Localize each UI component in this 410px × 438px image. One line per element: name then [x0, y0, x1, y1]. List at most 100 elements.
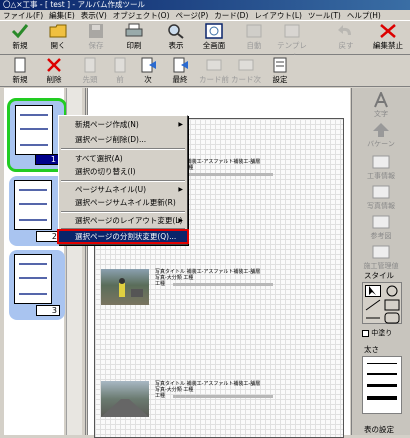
menu-item-select-all[interactable]: すべて選択(A) — [59, 153, 187, 164]
photo-block[interactable]: 写真タイトル 補装工-アスファルト補装工-舗層 写真-大分類 工種 工種 — [101, 269, 341, 319]
first-page-icon — [84, 57, 96, 73]
menu-separator — [61, 148, 185, 150]
fullscreen-icon — [205, 23, 223, 39]
menu-item-toggle-selection[interactable]: 選択の切り替え(I) — [59, 166, 187, 177]
open-button[interactable]: 開く — [40, 23, 76, 53]
print-button[interactable]: 印刷 — [116, 23, 152, 53]
window-title: 〇△×工事 - [ test ] - アルバム作成ツール — [0, 0, 410, 10]
rectangle-tool[interactable] — [384, 299, 400, 311]
menu-item-page-thumbnail[interactable]: ページサムネイル(U) ▶ — [59, 184, 187, 195]
page-thumbnail[interactable]: 2 — [9, 176, 65, 246]
line-tool[interactable] — [365, 299, 381, 311]
photo-info-button[interactable]: 写真情報 — [358, 184, 404, 211]
menu-layout[interactable]: レイアウト(L) — [254, 10, 302, 20]
thickness-option[interactable] — [367, 396, 397, 400]
menu-edit[interactable]: 編集(E) — [49, 10, 75, 20]
auto-button[interactable]: 自動 — [236, 23, 272, 53]
rounded-rect-tool[interactable] — [384, 312, 400, 324]
submenu-arrow-icon: ▶ — [178, 217, 183, 224]
menu-card[interactable]: カード(D) — [214, 10, 248, 20]
template-button[interactable]: テンプレート — [274, 23, 310, 61]
fullscreen-button[interactable]: 全画面 — [196, 23, 232, 53]
ellipse-tool[interactable] — [384, 285, 400, 297]
management-value-button[interactable]: 施工管理値 — [358, 244, 404, 271]
page-number-badge: 1 — [35, 154, 59, 165]
auto-icon — [246, 24, 262, 38]
site-photo — [101, 269, 149, 305]
menu-item-change-split[interactable]: 選択ページの分割状変更(Q)... — [57, 229, 189, 244]
thumbnail-page-preview — [14, 254, 52, 304]
view-button[interactable]: 表示 — [158, 23, 194, 53]
style-palette — [362, 282, 402, 324]
site-photo — [101, 381, 149, 417]
undo-button[interactable]: 戻す — [328, 23, 364, 53]
menu-help[interactable]: ヘルプ(H) — [347, 10, 381, 20]
last-page-icon — [173, 57, 188, 73]
photo-block[interactable]: 写真タイトル 補装工-アスファルト補装工-舗層 写真-大分類 工種 工種 — [101, 381, 341, 431]
folder-icon — [49, 24, 67, 38]
thickness-option[interactable] — [367, 384, 397, 387]
new-page-button[interactable]: 新規 — [2, 57, 38, 87]
magnifier-icon — [168, 24, 184, 39]
circle-icon — [386, 285, 398, 297]
page-number-badge: 2 — [36, 231, 60, 242]
hline-tool[interactable] — [365, 312, 381, 324]
thickness-title: 太さ — [364, 345, 379, 354]
prev-page-icon — [114, 57, 126, 73]
thickness-option[interactable] — [367, 363, 397, 364]
save-icon — [89, 24, 103, 38]
edit-lock-icon — [380, 24, 396, 38]
card-next-button[interactable]: カード次 — [228, 57, 264, 87]
diagonal-line-icon — [365, 299, 381, 311]
fill-checkbox[interactable] — [362, 329, 369, 337]
menu-item-update-thumbnail[interactable]: 選択ページサムネイル更新(R) — [59, 197, 187, 208]
table-settings-title: 表の設定 — [364, 425, 394, 434]
menu-view[interactable]: 表示(V) — [81, 10, 107, 20]
delete-icon — [47, 58, 61, 72]
menu-bar: ファイル(F) 編集(E) 表示(V) オブジェクト(O) ページ(P) カード… — [0, 10, 410, 21]
fill-checkbox-row[interactable]: 中塗り — [362, 328, 392, 338]
check-icon — [11, 24, 29, 39]
menu-tools[interactable]: ツール(T) — [308, 10, 341, 20]
main-toolbar: 新規 開く 保存 印刷 表示 全画面 自動 テンプレート 戻す 編集禁止 — [0, 21, 410, 61]
style-title: スタイル — [364, 271, 394, 280]
menu-separator — [61, 211, 185, 213]
balloon-tool-button[interactable]: バケーン — [358, 122, 404, 149]
settings-button[interactable]: 設定 — [262, 57, 298, 87]
menu-separator — [61, 228, 185, 230]
last-page-button[interactable]: 最終 — [162, 57, 198, 87]
construction-info-button[interactable]: 工事情報 — [358, 154, 404, 181]
menu-separator — [61, 180, 185, 182]
settings-icon — [273, 57, 287, 73]
thumbnail-list: 1 2 3 — [4, 88, 67, 435]
reference-figure-button[interactable]: 参考図 — [358, 214, 404, 241]
new-page-icon — [14, 57, 26, 73]
save-button[interactable]: 保存 — [78, 23, 114, 53]
photo-info-icon — [372, 185, 390, 199]
next-page-button[interactable]: 次 — [130, 57, 166, 87]
thickness-option[interactable] — [367, 373, 397, 375]
menu-item-delete-selected-page[interactable]: 選択ページ削除(D)... — [59, 134, 187, 145]
horizontal-line-icon — [366, 317, 380, 319]
select-arrow-tool[interactable] — [365, 285, 381, 297]
delete-page-button[interactable]: 削除 — [36, 57, 72, 87]
template-icon — [284, 24, 300, 38]
page-thumbnail[interactable]: 3 — [9, 250, 65, 320]
submenu-arrow-icon: ▶ — [178, 121, 183, 128]
text-tool-button[interactable]: 文字 — [358, 92, 404, 119]
menu-item-new-page[interactable]: 新規ページ作成(N) ▶ — [59, 119, 187, 130]
arrow-up-icon — [373, 123, 389, 137]
cursor-icon — [369, 286, 376, 295]
card-prev-icon — [206, 59, 222, 71]
menu-page[interactable]: ページ(P) — [176, 10, 209, 20]
menu-item-change-layout[interactable]: 選択ページのレイアウト変更(L) ▶ — [59, 215, 187, 226]
construction-info-icon — [372, 155, 390, 169]
reference-figure-icon — [372, 215, 390, 229]
new-button[interactable]: 新規 — [2, 23, 38, 53]
thumbnail-page-preview — [14, 180, 52, 230]
menu-file[interactable]: ファイル(F) — [3, 10, 43, 20]
edit-lock-button[interactable]: 編集禁止 — [368, 23, 408, 53]
menu-object[interactable]: オブジェクト(O) — [113, 10, 170, 20]
card-prev-button[interactable]: カード前 — [196, 57, 232, 87]
submenu-arrow-icon: ▶ — [178, 186, 183, 193]
